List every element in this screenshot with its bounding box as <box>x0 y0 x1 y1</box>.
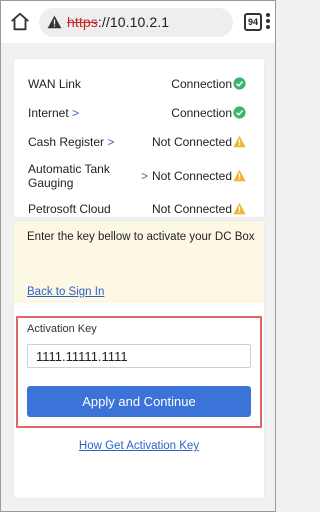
check-circle-icon <box>233 106 246 119</box>
status-label: Cash Register > <box>28 135 115 149</box>
back-to-sign-in-link[interactable]: Back to Sign In <box>27 286 104 298</box>
activation-key-label: Activation Key <box>27 323 97 335</box>
status-value: Not Connected <box>151 169 232 183</box>
status-label: WAN Link <box>28 77 81 91</box>
apply-and-continue-button[interactable]: Apply and Continue <box>27 386 251 417</box>
warning-icon[interactable] <box>47 15 62 29</box>
connection-status-card: WAN Link Connection Internet > Connectio… <box>14 59 264 217</box>
status-label: Petrosoft Cloud <box>28 202 111 216</box>
chevron-right-icon: > <box>141 169 149 183</box>
check-circle-icon <box>233 77 246 90</box>
status-label: Internet > <box>28 106 80 120</box>
tab-switcher-button[interactable]: 94 <box>244 13 262 31</box>
warning-icon <box>233 169 246 182</box>
warning-icon <box>233 135 246 148</box>
home-icon[interactable] <box>9 11 31 33</box>
activation-key-input[interactable] <box>27 344 251 368</box>
status-value: Not Connected <box>151 135 232 149</box>
browser-toolbar: https://10.10.2.1 94 <box>1 1 275 43</box>
how-get-activation-key-link[interactable]: How Get Activation Key <box>14 440 264 452</box>
url-protocol: https <box>67 14 98 30</box>
url-text: https://10.10.2.1 <box>67 14 169 30</box>
url-host: ://10.10.2.1 <box>97 14 170 30</box>
activation-card: Enter the key bellow to activate your DC… <box>14 221 264 498</box>
warning-icon <box>233 202 246 215</box>
status-label: Automatic Tank Gauging <box>28 162 110 190</box>
chevron-right-icon: > <box>72 106 80 120</box>
chevron-right-icon: > <box>107 135 115 149</box>
activation-banner: Enter the key bellow to activate your DC… <box>14 221 264 303</box>
status-value: Connection <box>171 106 232 120</box>
more-vert-icon[interactable] <box>265 12 271 32</box>
status-value: Not Connected <box>151 202 232 216</box>
activation-instruction: Enter the key bellow to activate your DC… <box>27 231 255 243</box>
status-value: Connection <box>171 77 232 91</box>
address-bar[interactable]: https://10.10.2.1 <box>39 8 233 37</box>
